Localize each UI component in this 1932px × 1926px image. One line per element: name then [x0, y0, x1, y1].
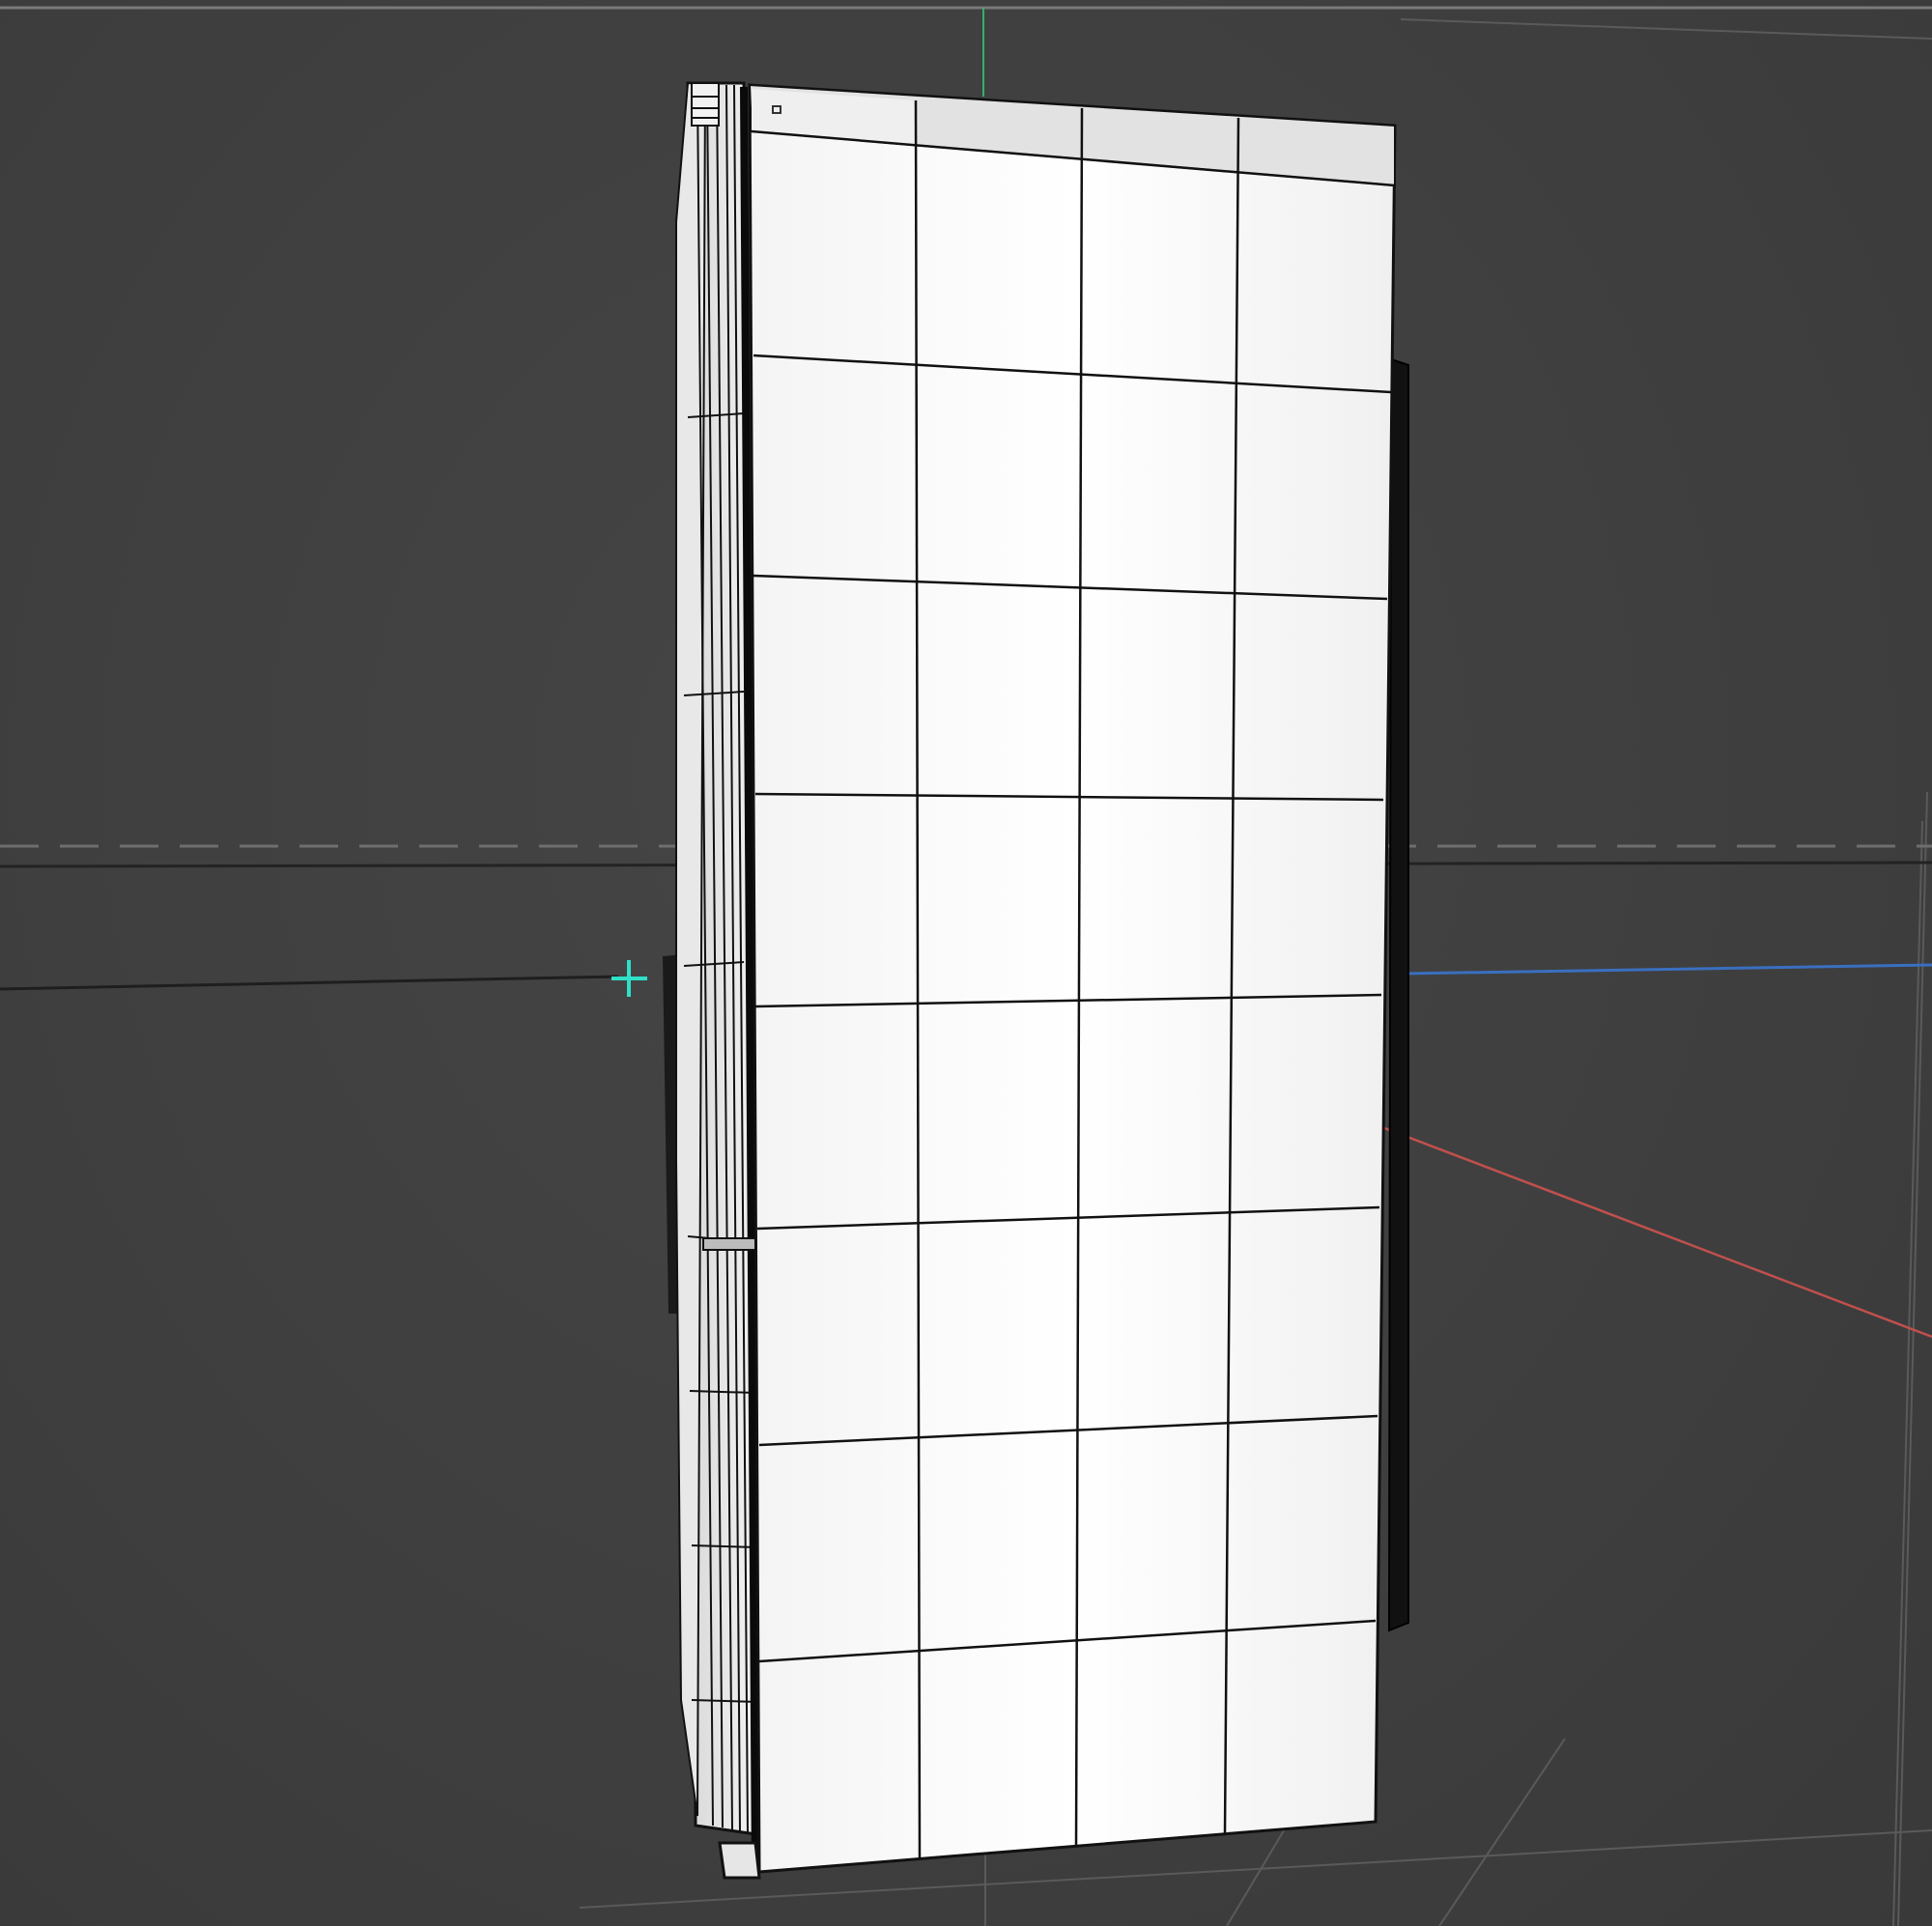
mid-hinge — [702, 1237, 756, 1251]
grid-line — [1892, 820, 1923, 1926]
z-axis — [1402, 963, 1932, 976]
grid-line — [1400, 18, 1932, 40]
pivot-cross-icon[interactable] — [611, 960, 647, 997]
viewport-canvas[interactable] — [0, 0, 1932, 1926]
grid-line — [1438, 1738, 1566, 1926]
fridge-front-door[interactable] — [748, 83, 1397, 1874]
grid-line — [1897, 791, 1928, 1926]
z-axis-back — [0, 975, 619, 991]
top-hinge — [691, 82, 720, 127]
3d-viewport[interactable] — [0, 0, 1932, 1926]
fridge-foot[interactable] — [718, 1841, 761, 1880]
